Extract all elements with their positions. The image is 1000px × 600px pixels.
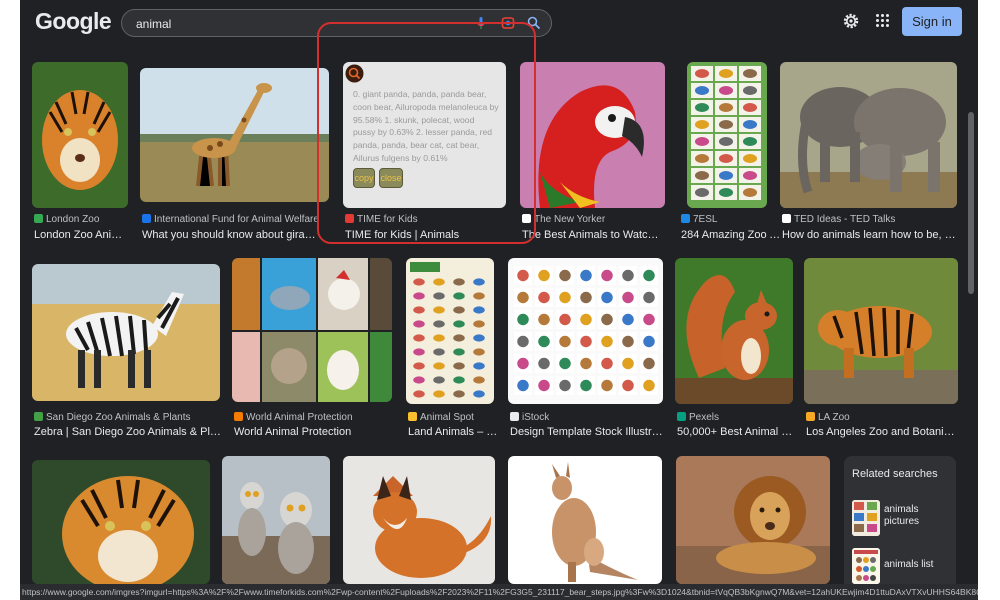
lemurs-thumbnail[interactable] (222, 456, 330, 584)
result-title[interactable]: What you should know about giraffes | IF… (142, 229, 318, 241)
favicon-icon (782, 214, 791, 223)
apps-grid-icon[interactable] (876, 14, 890, 28)
tiger-closeup-thumbnail[interactable] (32, 460, 210, 584)
red-fox-thumbnail[interactable] (343, 456, 495, 584)
result-title[interactable]: The Best Animals to Watch Your ... (522, 229, 662, 241)
result-tile-world-animal-protection[interactable]: World Animal Protection World Animal Pro… (232, 258, 392, 444)
result-source: The New Yorker (522, 214, 666, 225)
result-tile-istock[interactable]: iStock Design Template Stock Illustratio… (508, 258, 664, 444)
result-source: San Diego Zoo Animals & Plants (34, 412, 222, 423)
giraffe-thumbnail[interactable] (140, 68, 329, 202)
zoo-animals-poster-thumbnail[interactable] (687, 62, 767, 208)
google-logo[interactable]: Google (35, 8, 112, 35)
favicon-icon (510, 412, 519, 421)
result-tile-london-zoo[interactable]: London Zoo London Zoo Animals... (32, 62, 128, 247)
favicon-icon (681, 214, 690, 223)
result-tile-new-yorker[interactable]: The New Yorker The Best Animals to Watch… (520, 62, 666, 247)
browser-screen: Google Sign in (20, 0, 978, 600)
result-source: TED Ideas - TED Talks (782, 214, 958, 225)
result-tile-la-zoo[interactable]: LA Zoo Los Angeles Zoo and Botanical Gar… (804, 258, 960, 444)
result-tile-lemurs[interactable] (222, 456, 332, 584)
animals-pictures-thumbnail (852, 500, 880, 536)
animal-collage-thumbnail[interactable] (232, 258, 392, 402)
related-searches-panel: Related searches animals pictures animal… (844, 456, 956, 596)
result-title[interactable]: London Zoo Animals... (34, 229, 128, 241)
result-title[interactable]: Land Animals – Fac... (408, 426, 500, 438)
related-searches-title: Related searches (852, 468, 938, 480)
result-source: World Animal Protection (234, 412, 392, 423)
page-scrollbar[interactable] (968, 112, 974, 294)
kangaroo-thumbnail[interactable] (508, 456, 662, 584)
favicon-icon (142, 214, 151, 223)
favicon-icon (34, 412, 43, 421)
zebra-thumbnail[interactable] (32, 264, 220, 401)
result-tile-pexels[interactable]: Pexels 50,000+ Best Animal Pictu... (675, 258, 795, 444)
result-source: Pexels (677, 412, 795, 423)
highlight-box (317, 22, 536, 244)
result-source: LA Zoo (806, 412, 960, 423)
result-tile-ifaw[interactable]: International Fund for Animal Welfare Wh… (140, 68, 330, 247)
favicon-icon (34, 214, 43, 223)
walking-tiger-thumbnail[interactable] (804, 258, 958, 404)
favicon-icon (677, 412, 686, 421)
result-tile-san-diego-zoo[interactable]: San Diego Zoo Animals & Plants Zebra | S… (32, 264, 222, 444)
squirrel-thumbnail[interactable] (675, 258, 793, 404)
result-source: Animal Spot (408, 412, 510, 423)
favicon-icon (408, 412, 417, 421)
favicon-icon (806, 412, 815, 421)
land-animals-chart-thumbnail[interactable] (406, 258, 494, 404)
animals-list-thumbnail (852, 548, 880, 584)
result-tile-ted[interactable]: TED Ideas - TED Talks How do animals lea… (780, 62, 958, 247)
elephants-thumbnail[interactable] (780, 62, 957, 208)
sign-in-button[interactable]: Sign in (902, 7, 962, 36)
favicon-icon (234, 412, 243, 421)
related-search-label: animals list (884, 559, 934, 570)
tiger-thumbnail[interactable] (32, 62, 128, 208)
related-search-label: animals pictures (884, 504, 920, 527)
lion-thumbnail[interactable] (676, 456, 830, 584)
result-title[interactable]: Zebra | San Diego Zoo Animals & Plants (34, 426, 222, 438)
animal-icons-thumbnail[interactable] (508, 258, 663, 404)
result-source: 7ESL (681, 214, 787, 225)
result-title[interactable]: Design Template Stock Illustration ... (510, 426, 664, 438)
result-source: London Zoo (34, 214, 128, 225)
result-tile-fox[interactable] (343, 456, 497, 584)
result-tile-kangaroo[interactable] (508, 456, 664, 584)
result-tile-tiger-2[interactable] (32, 460, 210, 584)
related-search-item[interactable]: animals pictures (852, 500, 952, 536)
parrot-thumbnail[interactable] (520, 62, 665, 208)
result-tile-animal-spot[interactable]: Animal Spot Land Animals – Fac... (406, 258, 510, 444)
settings-gear-icon[interactable] (842, 12, 860, 30)
related-search-item[interactable]: animals list (852, 548, 952, 584)
status-bar-url: https://www.google.com/imgres?imgurl=htt… (20, 584, 978, 600)
result-source: International Fund for Animal Welfare (142, 214, 330, 225)
result-title[interactable]: 50,000+ Best Animal Pictu... (677, 426, 793, 438)
result-source: iStock (510, 412, 664, 423)
result-title[interactable]: 284 Amazing Zoo A... (681, 229, 785, 241)
result-tile-7esl[interactable]: 7ESL 284 Amazing Zoo A... (679, 62, 789, 247)
result-title[interactable]: How do animals learn how to be, well ... (782, 229, 956, 241)
result-tile-lion[interactable] (676, 456, 832, 584)
result-title[interactable]: Los Angeles Zoo and Botanical Gar... (806, 426, 958, 438)
result-title[interactable]: World Animal Protection (234, 426, 392, 438)
